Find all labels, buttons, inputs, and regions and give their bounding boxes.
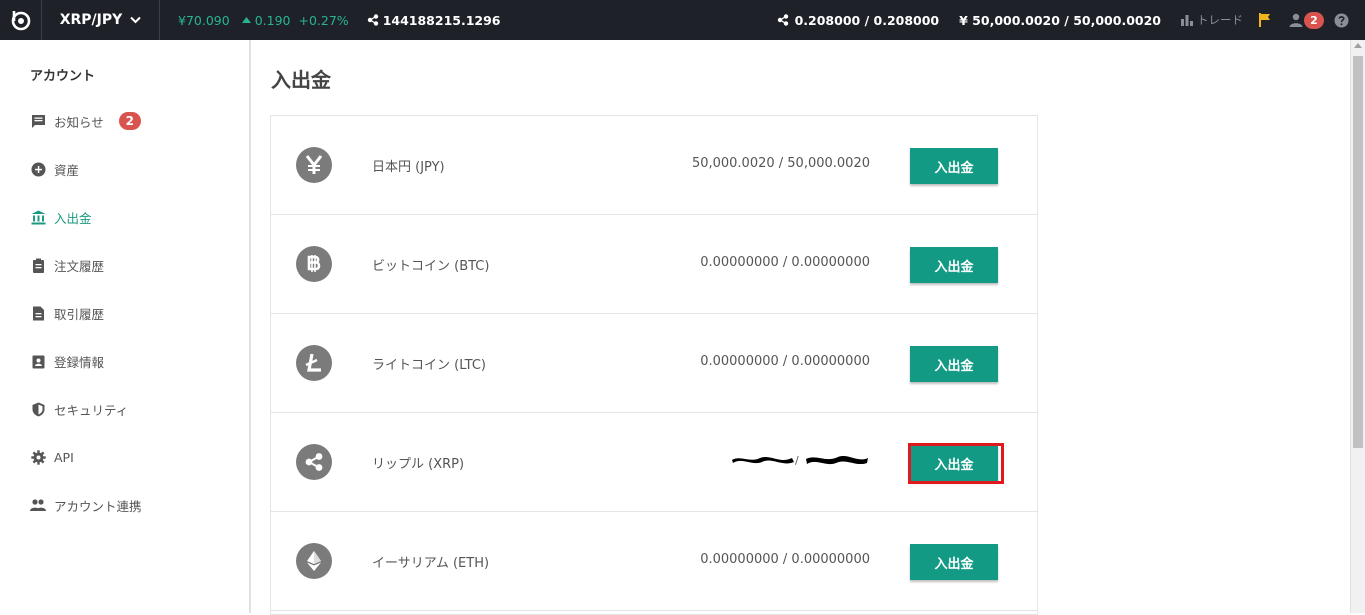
deposit-withdraw-button[interactable]: 入出金 — [910, 346, 998, 382]
sidebar-item-label: 注文履歴 — [54, 258, 105, 274]
litecoin-icon — [296, 345, 332, 381]
sidebar-item-account-link[interactable]: アカウント連携 — [30, 495, 142, 515]
user-icon — [1289, 13, 1303, 27]
price-ticker: ¥70.090 0.190 +0.27% — [178, 13, 349, 28]
jpy-balance-value: ¥ 50,000.0020 / 50,000.0020 — [959, 12, 1161, 28]
user-menu[interactable]: 2 — [1289, 11, 1324, 29]
shield-icon — [30, 401, 46, 417]
sidebar: アカウント お知らせ 2 資産 入出金 注文履歴 取引履歴 登録情報 セキュリテ… — [0, 40, 251, 613]
assets-icon — [30, 161, 46, 177]
sidebar-heading: アカウント — [30, 69, 96, 84]
scroll-up-arrow-icon[interactable] — [1354, 43, 1362, 48]
sidebar-item-assets[interactable]: 資産 — [30, 159, 79, 179]
ripple-small-icon — [367, 14, 378, 26]
last-price: ¥70.090 — [178, 12, 230, 28]
triangle-up-icon — [241, 17, 251, 23]
scrollbar[interactable] — [1350, 40, 1365, 613]
bitcoin-icon — [296, 246, 332, 282]
sidebar-item-label: API — [54, 449, 74, 465]
logo-icon — [11, 11, 30, 31]
bank-icon — [30, 209, 46, 225]
currency-name: ビットコイン (BTC) — [372, 259, 490, 274]
sidebar-item-label: 取引履歴 — [54, 306, 105, 322]
currency-row-eth: イーサリアム (ETH) 0.00000000 / 0.00000000 入出金 — [271, 512, 1037, 611]
notification-badge: 2 — [1304, 11, 1324, 29]
bar-chart-icon — [1181, 15, 1193, 26]
pair-selector[interactable]: XRP/JPY — [42, 0, 160, 40]
scrollbar-thumb[interactable] — [1353, 56, 1363, 448]
brand-logo[interactable] — [0, 0, 42, 40]
ethereum-icon — [296, 543, 332, 579]
document-icon — [30, 305, 46, 321]
chevron-down-icon — [130, 16, 141, 24]
change-percent: +0.27% — [298, 12, 349, 28]
ripple-small-icon — [777, 14, 788, 26]
ripple-icon — [296, 444, 332, 480]
sidebar-item-label: アカウント連携 — [54, 498, 142, 514]
sidebar-item-trade-history[interactable]: 取引履歴 — [30, 303, 104, 323]
currency-row-jpy: 日本円 (JPY) 50,000.0020 / 50,000.0020 入出金 — [271, 116, 1037, 215]
redacted-balance: / — [730, 452, 870, 468]
sidebar-item-label: お知らせ — [54, 114, 104, 130]
top-bar: XRP/JPY ¥70.090 0.190 +0.27% 144188215.1… — [0, 0, 1365, 40]
highlight-box — [908, 443, 1004, 484]
xrp-balance: 0.208000 / 0.208000 — [777, 12, 940, 28]
currency-name: 日本円 (JPY) — [372, 160, 445, 175]
trade-link[interactable]: トレード — [1181, 12, 1243, 28]
topbar-right: 0.208000 / 0.208000 ¥ 50,000.0020 / 50,0… — [777, 0, 1365, 40]
currency-balance: 0.00000000 / 0.00000000 — [700, 552, 870, 567]
deposit-withdraw-button[interactable]: 入出金 — [910, 148, 998, 184]
gear-icon — [30, 449, 46, 465]
page-title: 入出金 — [271, 68, 331, 92]
trade-label: トレード — [1197, 13, 1243, 27]
currency-balance: 0.00000000 / 0.00000000 — [700, 255, 870, 270]
sidebar-item-label: 資産 — [54, 162, 80, 178]
price-change: 0.190 +0.27% — [241, 12, 349, 28]
jpy-balance: ¥ 50,000.0020 / 50,000.0020 — [959, 13, 1161, 28]
currency-balance: 50,000.0020 / 50,000.0020 — [691, 156, 870, 171]
clipboard-icon — [30, 257, 46, 273]
sidebar-item-notices[interactable]: お知らせ 2 — [30, 111, 141, 131]
pair-label: XRP/JPY — [59, 12, 123, 28]
flag-icon[interactable] — [1259, 13, 1271, 27]
sidebar-item-registration[interactable]: 登録情報 — [30, 351, 104, 371]
sidebar-item-api[interactable]: API — [30, 447, 74, 467]
deposit-withdraw-button[interactable]: 入出金 — [910, 247, 998, 283]
yen-icon — [296, 147, 332, 183]
currency-balance: 0.00000000 / 0.00000000 — [700, 354, 870, 369]
xrp-balance-value: 0.208000 / 0.208000 — [794, 12, 940, 28]
volume-value: 144188215.1296 — [382, 12, 501, 28]
change-value: 0.190 — [254, 12, 291, 28]
currency-name: イーサリアム (ETH) — [372, 556, 490, 571]
currency-row-xrp: リップル (XRP) / 入出金 — [271, 413, 1037, 512]
sidebar-item-order-history[interactable]: 注文履歴 — [30, 255, 104, 275]
currency-name: ライトコイン (LTC) — [372, 358, 486, 373]
currency-row-btc: ビットコイン (BTC) 0.00000000 / 0.00000000 入出金 — [271, 215, 1037, 314]
help-icon[interactable] — [1334, 13, 1349, 28]
sidebar-item-security[interactable]: セキュリティ — [30, 399, 128, 419]
currency-row-ltc: ライトコイン (LTC) 0.00000000 / 0.00000000 入出金 — [271, 314, 1037, 413]
sidebar-item-label: 登録情報 — [54, 354, 105, 370]
main-content: 入出金 日本円 (JPY) 50,000.0020 / 50,000.0020 … — [251, 40, 1350, 615]
currency-list: 日本円 (JPY) 50,000.0020 / 50,000.0020 入出金 … — [270, 115, 1038, 615]
people-icon — [30, 497, 46, 513]
sidebar-item-label: セキュリティ — [54, 402, 129, 418]
svg-text:/: / — [795, 454, 799, 467]
currency-name: リップル (XRP) — [372, 457, 465, 472]
notice-badge: 2 — [118, 112, 141, 130]
message-icon — [30, 113, 46, 129]
volume: 144188215.1296 — [367, 13, 501, 28]
sidebar-item-deposit-withdraw[interactable]: 入出金 — [30, 207, 92, 227]
sidebar-item-label: 入出金 — [54, 210, 92, 226]
deposit-withdraw-button[interactable]: 入出金 — [910, 544, 998, 580]
profile-card-icon — [30, 353, 46, 369]
